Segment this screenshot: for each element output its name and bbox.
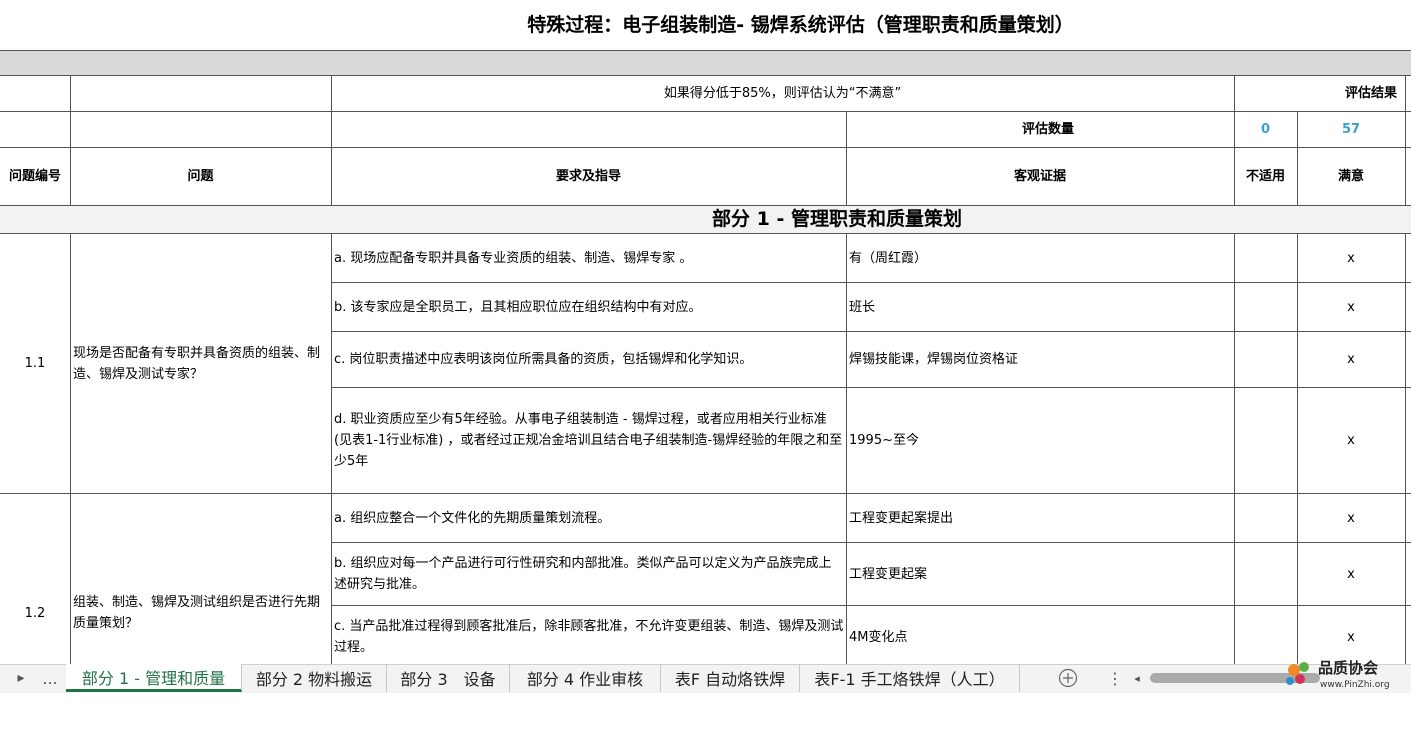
- grid-line: [1405, 75, 1406, 205]
- evidence-cell[interactable]: 班长: [846, 283, 1234, 331]
- evidence-cell[interactable]: 有（周红霞）: [846, 234, 1234, 282]
- evidence-cell[interactable]: 工程变更起案提出: [846, 494, 1234, 542]
- tab-part1[interactable]: 部分 1 - 管理和质量: [66, 664, 242, 692]
- tab-part2[interactable]: 部分 2 物料搬运: [242, 664, 387, 692]
- item-number[interactable]: 1.2: [0, 494, 70, 732]
- pinzhi-logo: 品质协会 www.PinZhi.org: [1280, 655, 1411, 692]
- section-title[interactable]: 部分 1 - 管理职责和质量策划: [331, 206, 1343, 233]
- count-not-applicable[interactable]: 0: [1234, 112, 1297, 147]
- more-options-icon[interactable]: ⋮: [1107, 664, 1123, 692]
- col-header-evidence[interactable]: 客观证据: [846, 148, 1234, 205]
- tab-overflow-ellipsis[interactable]: ...: [36, 664, 64, 692]
- satisfied-cell[interactable]: x: [1297, 494, 1405, 542]
- requirement-cell[interactable]: d. 职业资质应至少有5年经验。从事电子组装制造 - 锡焊过程，或者应用相关行业…: [331, 388, 846, 493]
- requirement-cell[interactable]: c. 当产品批准过程得到顾客批准后，除非顾客批准，不允许变更组装、制造、锡焊及测…: [331, 606, 846, 668]
- requirement-cell[interactable]: b. 该专家应是全职员工，且其相应职位应在组织结构中有对应。: [331, 283, 846, 331]
- threshold-note[interactable]: 如果得分低于85%，则评估认为“不满意”: [331, 76, 1234, 111]
- col-header-question[interactable]: 问题: [70, 148, 331, 205]
- col-header-number[interactable]: 问题编号: [0, 148, 70, 205]
- count-satisfied[interactable]: 57: [1297, 112, 1405, 147]
- satisfied-cell[interactable]: x: [1297, 332, 1405, 387]
- requirement-cell[interactable]: c. 岗位职责描述中应表明该岗位所需具备的资质，包括锡焊和化学知识。: [331, 332, 846, 387]
- sheet-title: 特殊过程：电子组装制造- 锡焊系统评估（管理职责和质量策划）: [527, 14, 1074, 36]
- not-applicable-cell[interactable]: [1234, 332, 1297, 387]
- svg-text:www.PinZhi.org: www.PinZhi.org: [1320, 680, 1390, 690]
- item-question[interactable]: 组装、制造、锡焊及测试组织是否进行先期质量策划？: [70, 494, 331, 732]
- satisfied-cell[interactable]: x: [1297, 543, 1405, 605]
- tab-scroll-right-icon[interactable]: ▸: [10, 664, 32, 692]
- count-label[interactable]: 评估数量: [846, 112, 1234, 147]
- tab-part3[interactable]: 部分 3 设备: [387, 664, 510, 692]
- col-header-satisfied[interactable]: 满意: [1297, 148, 1405, 205]
- evidence-cell[interactable]: 4M变化点: [846, 606, 1234, 668]
- tab-form-f[interactable]: 表F 自动烙铁焊: [661, 664, 800, 692]
- not-applicable-cell[interactable]: [1234, 494, 1297, 542]
- tab-part4[interactable]: 部分 4 作业审核: [510, 664, 661, 692]
- evidence-cell[interactable]: 焊锡技能课，焊锡岗位资格证: [846, 332, 1234, 387]
- evidence-cell[interactable]: 工程变更起案: [846, 543, 1234, 605]
- satisfied-cell[interactable]: x: [1297, 388, 1405, 493]
- evidence-cell[interactable]: 1995~至今: [846, 388, 1234, 493]
- not-applicable-cell[interactable]: [1234, 388, 1297, 493]
- tab-form-f1[interactable]: 表F-1 手工烙铁焊（人工）: [800, 664, 1020, 692]
- col-header-requirement[interactable]: 要求及指导: [331, 148, 846, 205]
- not-applicable-cell[interactable]: [1234, 283, 1297, 331]
- requirement-cell[interactable]: b. 组织应对每一个产品进行可行性研究和内部批准。类似产品可以定义为产品族完成上…: [331, 543, 846, 605]
- add-sheet-icon[interactable]: [1055, 664, 1081, 692]
- satisfied-cell[interactable]: x: [1297, 234, 1405, 282]
- scroll-left-icon[interactable]: ◂: [1130, 664, 1144, 692]
- not-applicable-cell[interactable]: [1234, 543, 1297, 605]
- satisfied-cell[interactable]: x: [1297, 283, 1405, 331]
- grid-line: [0, 50, 1411, 51]
- item-question[interactable]: 现场是否配备有专职并具备资质的组装、制造、锡焊及测试专家？: [70, 234, 331, 493]
- grid-line: [1405, 233, 1406, 664]
- not-applicable-cell[interactable]: [1234, 234, 1297, 282]
- requirement-cell[interactable]: a. 现场应配备专职并具备专业资质的组装、制造、锡焊专家 。: [331, 234, 846, 282]
- svg-text:品质协会: 品质协会: [1318, 659, 1378, 677]
- item-number[interactable]: 1.1: [0, 234, 70, 493]
- requirement-cell[interactable]: a. 组织应整合一个文件化的先期质量策划流程。: [331, 494, 846, 542]
- header-grey-row: [0, 51, 1411, 75]
- col-header-not-applicable[interactable]: 不适用: [1234, 148, 1297, 205]
- result-label[interactable]: 评估结果: [1234, 76, 1405, 111]
